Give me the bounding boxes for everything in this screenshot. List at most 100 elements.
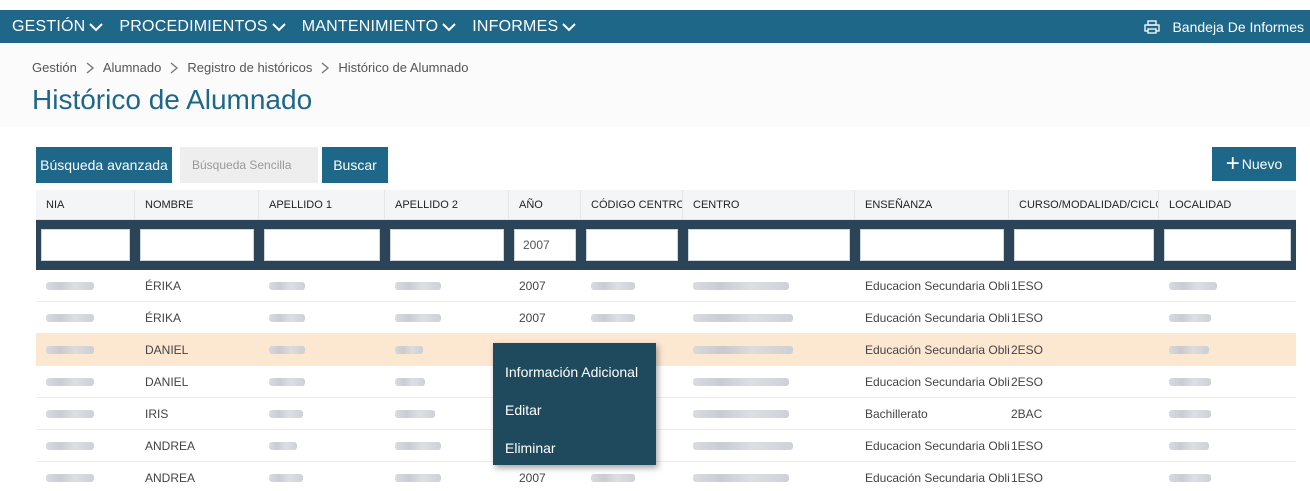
table-row[interactable]: ANDREA Educacion Secundaria Obligator 1E…: [36, 430, 1296, 462]
cell-apellido1-redacted: [259, 375, 385, 389]
new-button[interactable]: + Nuevo: [1212, 147, 1296, 181]
cell-anio: 2007: [519, 278, 546, 293]
menu-informes[interactable]: INFORMES: [472, 17, 577, 36]
cell-anio: 2007: [519, 470, 546, 485]
filter-nombre-input[interactable]: [140, 229, 254, 261]
row-context-menu: Información Adicional Editar Eliminar: [493, 343, 656, 465]
column-header-nombre[interactable]: NOMBRE: [135, 190, 259, 219]
cell-apellido1-redacted: [259, 471, 385, 485]
cell-apellido2-redacted: [385, 311, 509, 325]
cell-centro-redacted: [683, 279, 855, 293]
filter-curso-input[interactable]: [1014, 229, 1154, 261]
cell-nombre: DANIEL: [145, 342, 189, 357]
cell-nia-redacted: [36, 279, 135, 293]
filter-row: [36, 220, 1296, 270]
table-row[interactable]: DANIEL Educacion Secundaria Obligator 2E…: [36, 366, 1296, 398]
cell-apellido1-redacted: [259, 343, 385, 357]
table-row[interactable]: ÉRIKA 2007 Educacion Secundaria Obligato…: [36, 270, 1296, 302]
report-tray-link[interactable]: Bandeja De Informes: [1144, 19, 1310, 35]
chevron-down-icon: [442, 22, 456, 32]
cell-centro-redacted: [683, 375, 855, 389]
advanced-search-button[interactable]: Búsqueda avanzada: [36, 147, 172, 183]
filter-cell: [1159, 229, 1296, 261]
chevron-right-icon: [320, 61, 330, 74]
cell-apellido2-redacted: [385, 407, 509, 421]
breadcrumb-current: Histórico de Alumnado: [338, 60, 469, 75]
cell-curso: 2BAC: [1011, 406, 1043, 421]
menu-gestion[interactable]: GESTIÓN: [12, 17, 104, 36]
filter-cell: [385, 229, 509, 261]
filter-cell: [1009, 229, 1159, 261]
plus-icon: +: [1225, 150, 1240, 177]
breadcrumb-item[interactable]: Registro de históricos: [187, 60, 312, 75]
cell-apellido1-redacted: [259, 311, 385, 325]
cell-apellido2-redacted: [385, 471, 509, 485]
column-header-nia[interactable]: NIA: [36, 190, 135, 219]
filter-localidad-input[interactable]: [1164, 229, 1291, 261]
menu-label: GESTIÓN: [12, 17, 86, 35]
filter-nia-input[interactable]: [41, 229, 130, 261]
table-row[interactable]: ÉRIKA 2007 Educación Secundaria Obligato…: [36, 302, 1296, 334]
cell-nia-redacted: [36, 407, 135, 421]
cell-apellido2-redacted: [385, 343, 509, 357]
column-header-localidad[interactable]: LOCALIDAD: [1159, 190, 1296, 219]
cell-curso: 1ESO: [1011, 438, 1044, 453]
cell-nombre: ÉRIKA: [145, 310, 182, 325]
filter-cell: [36, 229, 135, 261]
chevron-down-icon: [89, 22, 104, 32]
menu-item-editar[interactable]: Editar: [493, 391, 656, 429]
cell-curso: 1ESO: [1011, 310, 1044, 325]
simple-search-input[interactable]: Búsqueda Sencilla: [180, 147, 318, 183]
filter-cell: [581, 229, 683, 261]
cell-nia-redacted: [36, 375, 135, 389]
table-row[interactable]: ANDREA 2007 Educación Secundaria Obligat…: [36, 462, 1296, 491]
filter-cell: [259, 229, 385, 261]
cell-ensenanza: Educacion Secundaria Obligator: [865, 278, 1009, 293]
table-row-selected[interactable]: DANIEL Educación Secundaria Obligator 2E…: [36, 334, 1296, 366]
column-header-centro[interactable]: CENTRO: [683, 190, 855, 219]
cell-apellido2-redacted: [385, 375, 509, 389]
cell-ensenanza: Educación Secundaria Obligator: [865, 470, 1009, 485]
history-table: NIA NOMBRE APELLIDO 1 APELLIDO 2 AÑO CÓD…: [36, 190, 1296, 491]
cell-centro-redacted: [683, 439, 855, 453]
cell-nombre: ANDREA: [145, 470, 196, 485]
filter-cell: [855, 229, 1009, 261]
menu-item-info-adicional[interactable]: Información Adicional: [493, 353, 656, 391]
menu-item-eliminar[interactable]: Eliminar: [493, 429, 656, 467]
column-header-ensenanza[interactable]: ENSEÑANZA: [855, 190, 1009, 219]
column-header-apellido1[interactable]: APELLIDO 1: [259, 190, 385, 219]
column-header-apellido2[interactable]: APELLIDO 2: [385, 190, 509, 219]
menu-label: PROCEDIMIENTOS: [119, 17, 268, 35]
breadcrumb-item[interactable]: Alumnado: [103, 60, 162, 75]
breadcrumb: Gestión Alumnado Registro de históricos …: [32, 60, 468, 75]
cell-apellido1-redacted: [259, 407, 385, 421]
search-button[interactable]: Buscar: [322, 147, 388, 183]
cell-nia-redacted: [36, 439, 135, 453]
filter-apellido2-input[interactable]: [390, 229, 504, 261]
cell-centro-redacted: [683, 311, 855, 325]
column-header-anio[interactable]: AÑO: [509, 190, 581, 219]
filter-ensenanza-input[interactable]: [860, 229, 1004, 261]
column-header-codigo-centro[interactable]: CÓDIGO CENTRO: [581, 190, 683, 219]
cell-curso: 1ESO: [1011, 470, 1044, 485]
column-header-curso[interactable]: CURSO/MODALIDAD/CICLO/PRC: [1009, 190, 1159, 219]
top-navbar: GESTIÓN PROCEDIMIENTOS MANTENIMIENTO INF…: [0, 10, 1310, 43]
filter-centro-input[interactable]: [688, 229, 850, 261]
breadcrumb-item[interactable]: Gestión: [32, 60, 77, 75]
filter-anio-input[interactable]: [514, 229, 576, 261]
menu-label: MANTENIMIENTO: [301, 17, 439, 35]
printer-icon: [1144, 19, 1161, 34]
cell-localidad-redacted: [1159, 375, 1296, 389]
filter-codigo-centro-input[interactable]: [586, 229, 678, 261]
main-menu: GESTIÓN PROCEDIMIENTOS MANTENIMIENTO INF…: [0, 18, 592, 36]
menu-mantenimiento[interactable]: MANTENIMIENTO: [302, 18, 457, 36]
cell-localidad-redacted: [1159, 311, 1296, 325]
cell-localidad-redacted: [1159, 407, 1296, 421]
cell-curso: 1ESO: [1011, 278, 1044, 293]
table-row[interactable]: IRIS Bachillerato 2BAC: [36, 398, 1296, 430]
cell-curso: 2ESO: [1011, 342, 1044, 357]
filter-apellido1-input[interactable]: [264, 229, 380, 261]
menu-label: INFORMES: [472, 17, 559, 35]
search-bar: Búsqueda avanzada Búsqueda Sencilla Busc…: [36, 147, 388, 183]
menu-procedimientos[interactable]: PROCEDIMIENTOS: [119, 17, 286, 36]
